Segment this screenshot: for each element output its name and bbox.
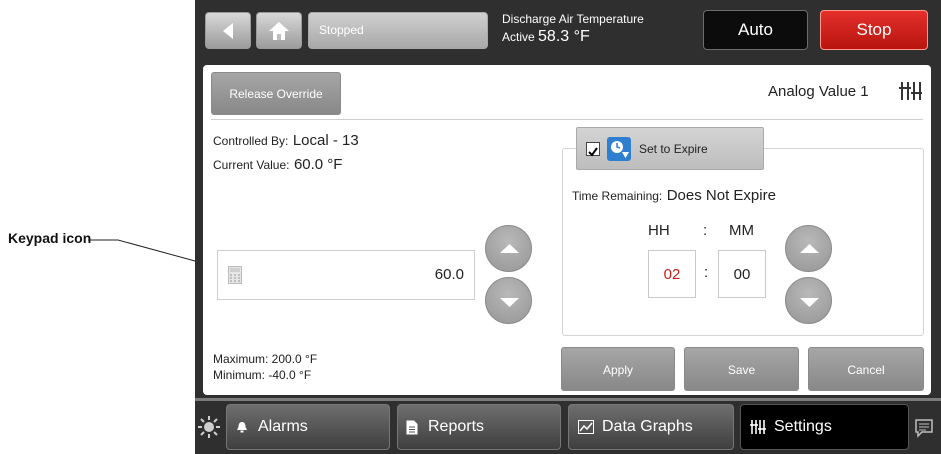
home-icon [269,21,289,40]
time-header-separator: : [703,222,708,239]
minutes-header: MM [729,222,754,239]
tab-settings-label: Settings [774,418,832,435]
point-readout: Active 58.3 °F [502,28,590,46]
home-button[interactable] [256,12,302,49]
apply-button[interactable]: Apply [561,347,675,391]
entry-value: 60.0 [434,266,464,283]
release-override-button[interactable]: Release Override [211,72,341,115]
back-button[interactable] [205,12,251,49]
stop-button[interactable]: Stop [820,10,928,50]
time-remaining-label: Time Remaining: [572,189,663,203]
tab-reports-label: Reports [428,418,485,435]
point-value: 58.3 °F [538,28,590,45]
time-down-button[interactable] [785,277,832,324]
tab-settings[interactable]: Settings [740,404,909,450]
keypad-icon[interactable] [228,266,242,284]
panel-divider [211,119,923,120]
chevron-down-icon [800,298,819,307]
point-title: Discharge Air Temperature [502,12,644,26]
report-document-icon [406,420,418,434]
value-down-button[interactable] [485,277,532,324]
alarm-bell-icon [237,422,247,433]
expire-group [562,148,924,336]
object-name: Analog Value 1 [768,83,869,100]
maximum-label: Maximum: 200.0 °F [213,352,318,366]
tab-alarms-label: Alarms [258,418,308,435]
time-remaining-row: Time Remaining: Does Not Expire [572,187,776,205]
current-value-label: Current Value: [213,158,290,172]
set-to-expire-label: Set to Expire [639,142,708,156]
minimum-label: Minimum: -40.0 °F [213,368,312,382]
back-arrow-icon [223,22,233,39]
minutes-input[interactable]: 00 [718,250,766,298]
current-value-value: 60.0 °F [293,156,343,173]
hours-input[interactable]: 02 [648,250,696,298]
time-up-button[interactable] [785,225,832,272]
controlled-by-value: Local - 13 [292,132,359,149]
point-state: Active [502,30,535,44]
data-graph-icon [578,420,594,434]
tab-alarms[interactable]: Alarms [226,404,390,450]
settings-slider-icon [750,420,766,434]
chevron-down-icon [500,298,519,307]
brightness-icon[interactable] [198,416,220,438]
expire-checkbox[interactable] [586,142,600,157]
chevron-up-icon [500,244,519,253]
clock-expire-icon [607,137,631,161]
tab-reports[interactable]: Reports [397,404,561,450]
nav-divider [195,398,941,401]
chevron-up-icon [800,244,819,253]
message-chat-icon[interactable] [914,418,934,438]
controlled-by-row: Controlled By: Local - 13 [213,132,359,150]
time-remaining-value: Does Not Expire [666,187,776,204]
settings-slider-icon[interactable] [898,81,922,101]
checkmark-icon [588,147,598,157]
annotation-keypad-label: Keypad icon [8,230,92,246]
status-display: Stopped [308,12,488,49]
time-separator: : [704,264,709,281]
tab-data-graphs[interactable]: Data Graphs [568,404,734,450]
cancel-button[interactable]: Cancel [808,347,924,391]
value-entry-field[interactable]: 60.0 [217,250,475,300]
tab-data-graphs-label: Data Graphs [602,418,693,435]
value-up-button[interactable] [485,225,532,272]
current-value-row: Current Value: 60.0 °F [213,156,342,174]
set-to-expire-toggle[interactable]: Set to Expire [576,127,764,170]
controlled-by-label: Controlled By: [213,134,289,148]
save-button[interactable]: Save [684,347,799,391]
auto-button[interactable]: Auto [703,10,808,50]
hours-header: HH [648,222,670,239]
